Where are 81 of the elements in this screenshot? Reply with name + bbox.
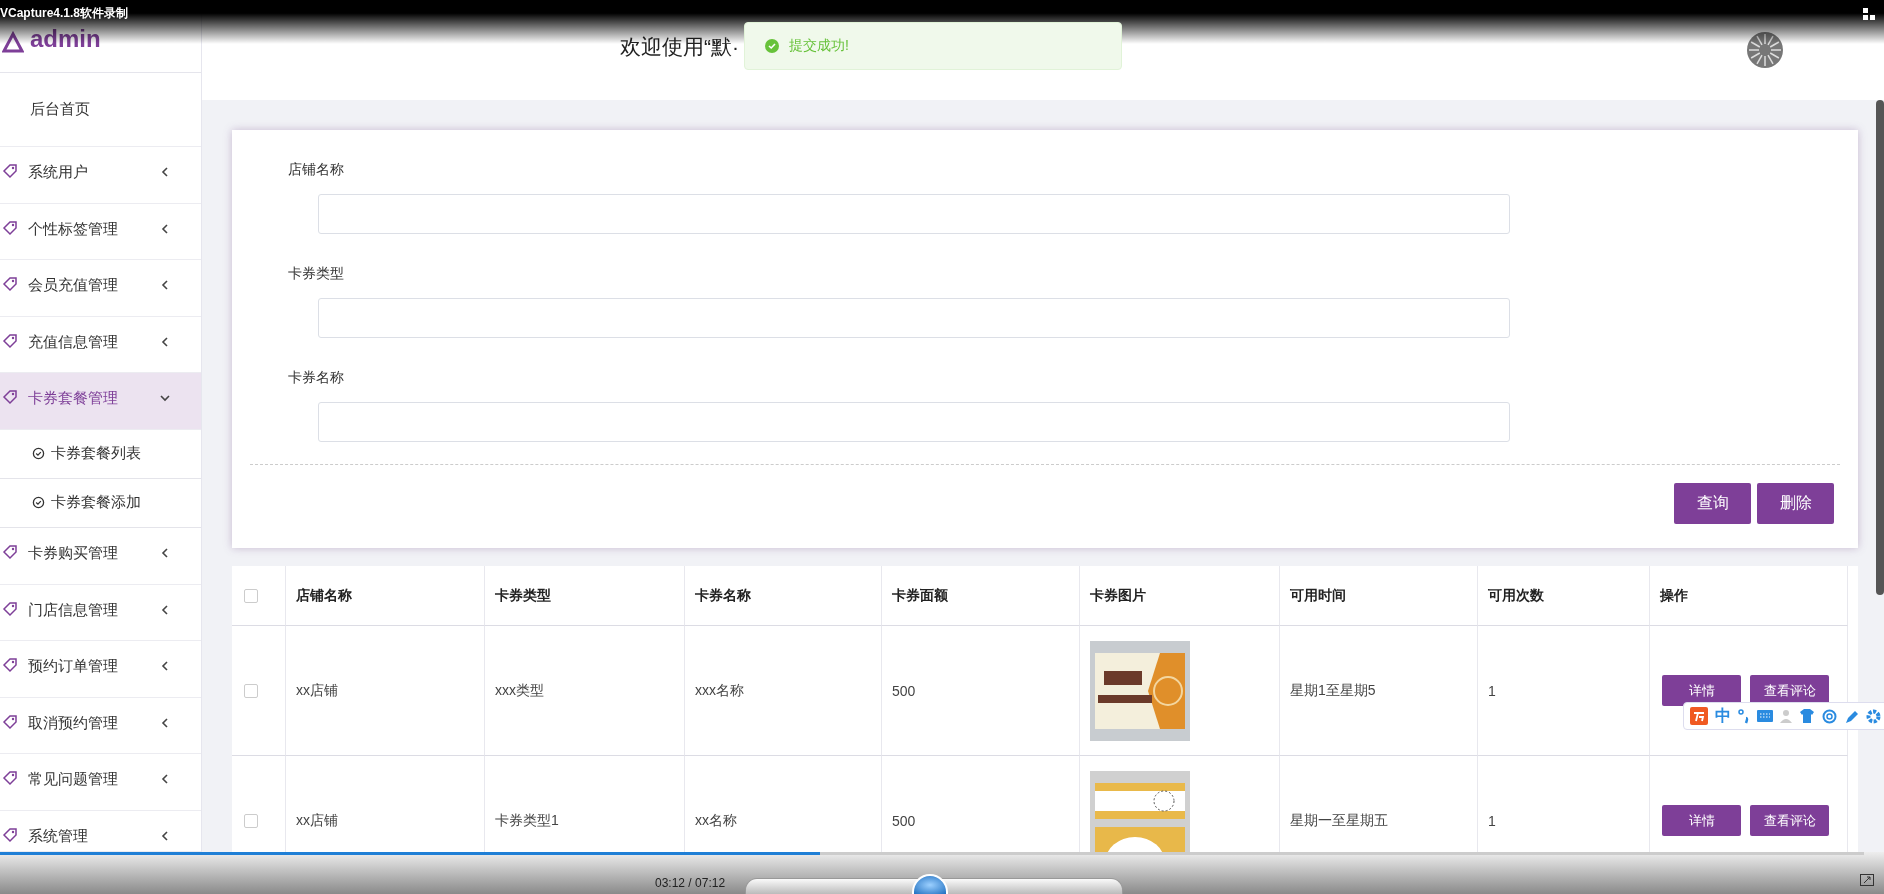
chevron-left-icon [159,603,171,616]
punctuation-icon[interactable] [1738,708,1750,724]
settings-icon[interactable] [1866,708,1881,724]
expand-icon[interactable] [1860,874,1874,886]
loading-spinner-icon [1746,31,1784,69]
play-button[interactable] [912,874,948,894]
logo-icon [2,31,24,53]
checkbox[interactable] [244,813,258,828]
table-cell: 500 [892,812,916,829]
ime-logo-icon[interactable] [1690,707,1708,725]
table-cell: xx名称 [695,811,737,830]
tag-icon [2,600,18,617]
table-cell: xx店铺 [296,681,338,700]
success-icon [765,39,779,53]
chevron-left-icon [159,716,171,729]
check-circle-icon [32,496,45,510]
column-header: 卡券名称 [695,586,751,605]
details-button[interactable]: 详情 [1662,805,1741,836]
tag-icon [2,770,18,787]
chevron-left-icon [159,660,171,673]
chevron-left-icon [159,773,171,786]
chevron-left-icon [159,546,171,559]
chevron-left-icon [159,279,171,292]
column-header: 卡券类型 [495,586,551,605]
search-button[interactable]: 查询 [1674,483,1751,524]
chevron-left-icon [159,222,171,235]
shirt-icon[interactable] [1799,709,1815,723]
view-reviews-button[interactable]: 查看评论 [1750,805,1829,836]
logo-text: admin [30,25,101,53]
keyboard-icon[interactable] [1757,710,1773,722]
user-icon[interactable] [1780,709,1792,723]
column-header: 可用时间 [1290,586,1346,605]
table-cell: 卡券类型1 [495,811,559,830]
scrollbar[interactable] [1876,100,1884,595]
flower-icon[interactable] [1822,708,1837,724]
tag-icon [2,276,18,293]
table-cell: 星期一至星期五 [1290,811,1388,830]
delete-button[interactable]: 删除 [1757,483,1834,524]
chevron-left-icon [159,166,171,178]
table-cell: xxx类型 [495,681,544,700]
field-label: 卡券类型 [287,264,345,283]
table-cell: xx店铺 [296,811,338,830]
check-circle-icon [32,447,45,461]
player-controls[interactable] [745,878,1123,894]
tag-icon [2,543,18,560]
tag-icon [2,826,18,843]
chevron-left-icon [159,335,171,348]
input-field[interactable] [318,298,1510,338]
table-cell: 1 [1488,812,1496,829]
tag-icon [2,713,18,730]
table-cell: xxx名称 [695,681,744,700]
details-button[interactable]: 详情 [1662,675,1741,706]
field-label: 卡券名称 [287,368,345,387]
checkbox[interactable] [244,588,258,603]
column-header: 可用次数 [1488,586,1544,605]
column-header: 卡券面额 [892,586,948,605]
column-header: 店铺名称 [296,586,352,605]
progress-track[interactable] [0,852,1864,855]
playback-time: 03:12 / 07:12 [655,876,726,890]
checkbox[interactable] [244,683,258,698]
recorder-title: VCapture4.1.8软件录制 [0,6,129,20]
tag-icon [2,219,18,236]
tag-icon [2,163,18,179]
pen-icon[interactable] [1844,708,1859,724]
table-cell: 星期1至星期5 [1290,681,1376,700]
column-header: 操作 [1660,586,1688,605]
ime-mode[interactable]: 中 [1715,705,1731,727]
input-field[interactable] [318,194,1510,234]
input-field[interactable] [318,402,1510,442]
table-cell: 500 [892,682,916,699]
tag-icon [2,332,18,349]
table-cell: 1 [1488,682,1496,699]
welcome-text: 欢迎使用“默· [620,34,739,60]
sidebar-item[interactable]: 卡券套餐管理 [0,373,201,430]
column-header: 卡券图片 [1090,586,1146,605]
chevron-left-icon [159,829,171,842]
tag-icon [2,657,18,674]
field-label: 店铺名称 [287,160,345,179]
toast-message: 提交成功! [789,37,849,55]
tag-icon [2,389,18,406]
exit-fullscreen-icon[interactable] [1862,7,1876,21]
